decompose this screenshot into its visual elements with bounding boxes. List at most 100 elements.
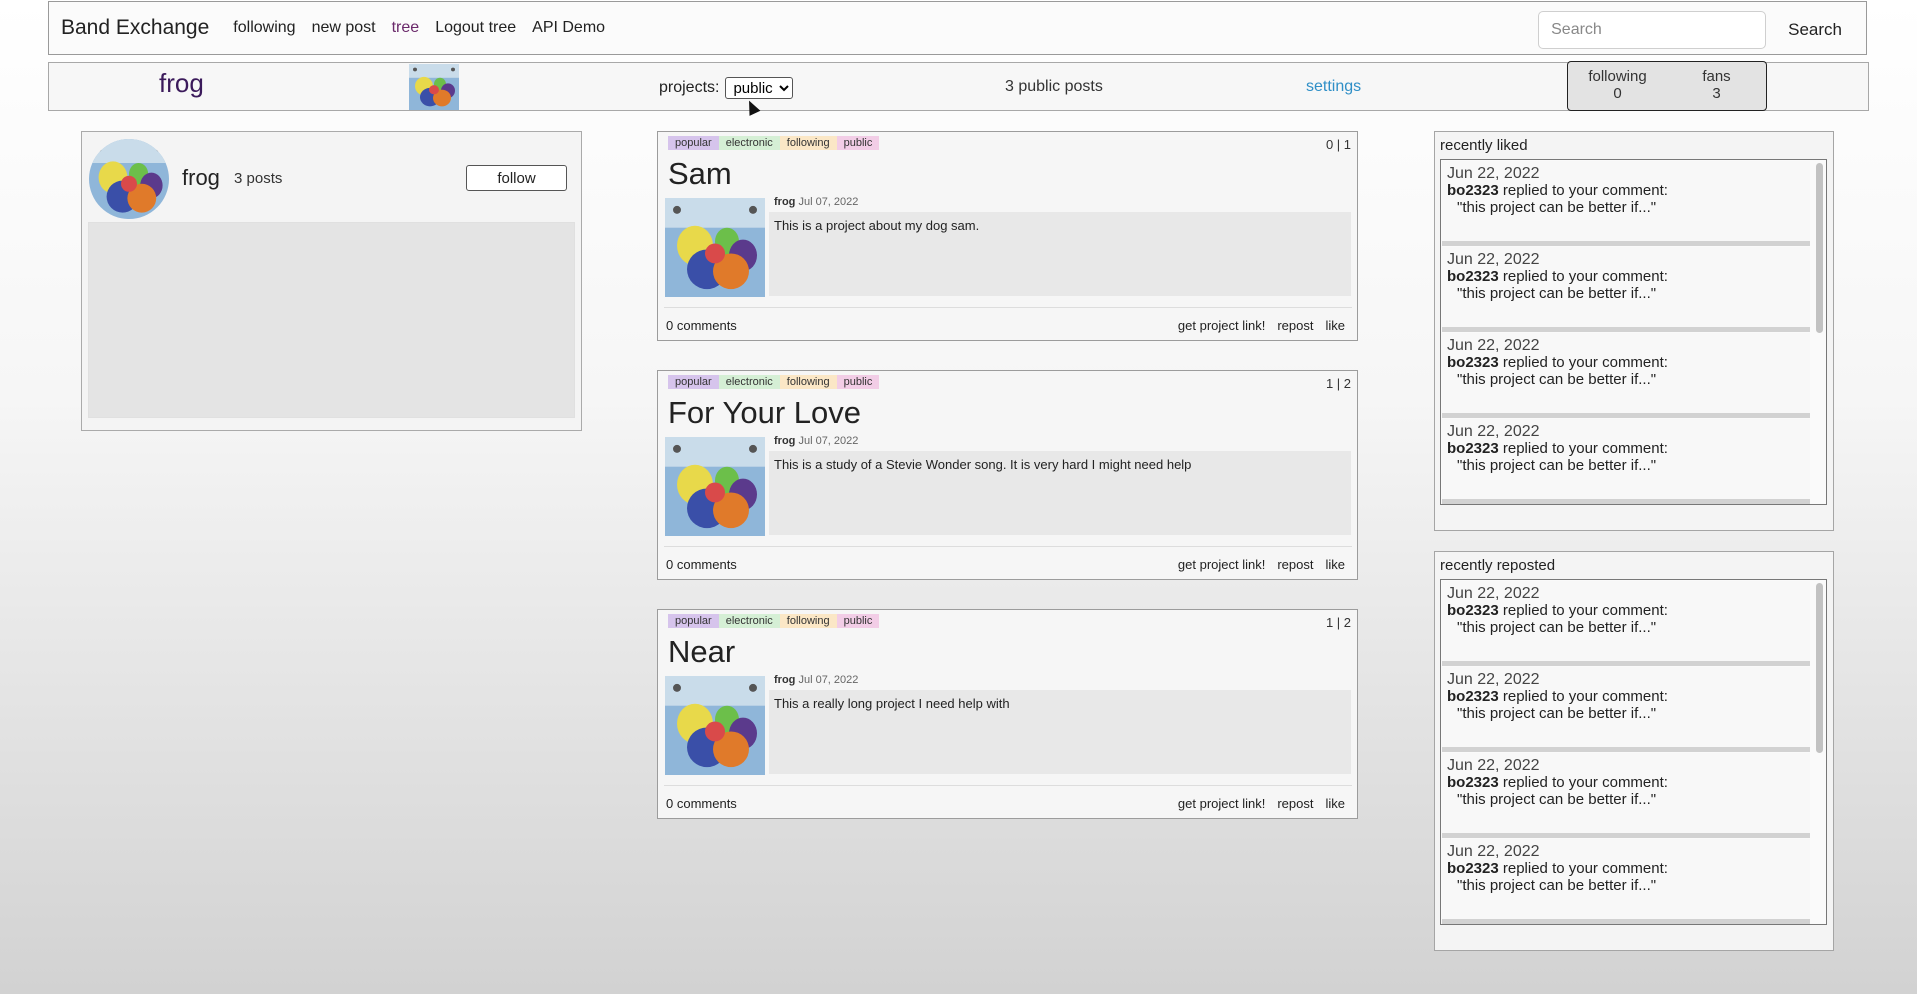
post-meta: frog Jul 07, 2022 [774, 435, 858, 447]
item-user[interactable]: bo2323 [1447, 182, 1499, 199]
list-item[interactable]: Jun 22, 2022 bo2323 replied to your comm… [1442, 839, 1810, 924]
post-date: Jul 07, 2022 [798, 196, 859, 208]
post-body: This is a project about my dog sam. [769, 212, 1351, 296]
item-user[interactable]: bo2323 [1447, 268, 1499, 285]
recently-reposted-title: recently reposted [1440, 557, 1556, 574]
following-stat[interactable]: following 0 [1568, 62, 1667, 110]
item-user[interactable]: bo2323 [1447, 860, 1499, 877]
following-count: 0 [1613, 85, 1622, 102]
item-user[interactable]: bo2323 [1447, 774, 1499, 791]
recently-liked-list[interactable]: Jun 22, 2022 bo2323 replied to your comm… [1440, 159, 1827, 505]
follow-button[interactable]: follow [466, 165, 567, 191]
post-title[interactable]: Near [668, 634, 735, 670]
recently-reposted-list[interactable]: Jun 22, 2022 bo2323 replied to your comm… [1440, 579, 1827, 925]
tag-public[interactable]: public [836, 136, 880, 150]
post-thumbnail[interactable] [665, 198, 765, 297]
brand-logo[interactable]: Band Exchange [61, 16, 209, 40]
item-text: replied to your comment: [1502, 774, 1668, 791]
projects-select[interactable]: public [725, 77, 794, 99]
tag-popular[interactable]: popular [668, 136, 719, 150]
item-user[interactable]: bo2323 [1447, 440, 1499, 457]
scrollbar-thumb[interactable] [1816, 163, 1823, 333]
projects-label: projects: [659, 79, 720, 96]
like-button[interactable]: like [1325, 318, 1345, 333]
item-text: replied to your comment: [1502, 268, 1668, 285]
tag-electronic[interactable]: electronic [718, 614, 780, 628]
post-title[interactable]: For Your Love [668, 395, 861, 431]
list-item[interactable]: Jun 22, 2022 bo2323 replied to your comm… [1442, 667, 1810, 752]
post-comments-link[interactable]: 0 comments [666, 318, 737, 333]
post-title[interactable]: Sam [668, 156, 732, 192]
fans-stat[interactable]: fans 3 [1667, 62, 1766, 110]
post-divider [664, 546, 1352, 547]
nav-tree[interactable]: tree [392, 19, 420, 37]
post-comments-link[interactable]: 0 comments [666, 796, 737, 811]
post-author[interactable]: frog [774, 435, 795, 447]
post-body: This is a study of a Stevie Wonder song.… [769, 451, 1351, 535]
post-meta: frog Jul 07, 2022 [774, 674, 858, 686]
tag-public[interactable]: public [836, 614, 880, 628]
item-quote: "this project can be better if..." [1457, 199, 1657, 216]
post-votes: 1 | 2 [1325, 376, 1351, 391]
tag-electronic[interactable]: electronic [718, 136, 780, 150]
settings-link[interactable]: settings [1306, 78, 1361, 96]
list-item[interactable]: Jun 22, 2022 bo2323 replied to your comm… [1442, 753, 1810, 838]
tag-electronic[interactable]: electronic [718, 375, 780, 389]
list-item[interactable]: Jun 22, 2022 bo2323 replied to your comm… [1442, 161, 1810, 246]
like-button[interactable]: like [1325, 557, 1345, 572]
get-project-link-button[interactable]: get project link! [1178, 318, 1265, 333]
nav-logout[interactable]: Logout tree [435, 19, 516, 37]
get-project-link-button[interactable]: get project link! [1178, 796, 1265, 811]
list-item[interactable]: Jun 22, 2022 bo2323 replied to your comm… [1442, 333, 1810, 418]
profile-post-count: 3 posts [234, 170, 283, 187]
following-label: following [1588, 68, 1647, 85]
top-navbar: Band Exchange following new post tree Lo… [48, 1, 1867, 55]
tag-following[interactable]: following [779, 614, 837, 628]
profile-bar: frog projects: public 3 public posts set… [48, 61, 1869, 111]
scrollbar-thumb[interactable] [1816, 583, 1823, 753]
repost-button[interactable]: repost [1277, 796, 1313, 811]
item-user[interactable]: bo2323 [1447, 688, 1499, 705]
recently-liked-title: recently liked [1440, 137, 1528, 154]
item-text: replied to your comment: [1502, 354, 1668, 371]
get-project-link-button[interactable]: get project link! [1178, 557, 1265, 572]
tag-following[interactable]: following [779, 136, 837, 150]
post-body: This a really long project I need help w… [769, 690, 1351, 774]
like-button[interactable]: like [1325, 796, 1345, 811]
profile-bar-name: frog [159, 68, 204, 98]
fans-label: fans [1702, 68, 1731, 85]
post-author[interactable]: frog [774, 196, 795, 208]
post-votes: 0 | 1 [1325, 137, 1351, 152]
item-user[interactable]: bo2323 [1447, 602, 1499, 619]
item-date: Jun 22, 2022 [1447, 251, 1540, 268]
repost-button[interactable]: repost [1277, 557, 1313, 572]
search-input[interactable] [1538, 11, 1767, 49]
tag-following[interactable]: following [779, 375, 837, 389]
post-tags: popular electronic following public [668, 375, 880, 389]
item-date: Jun 22, 2022 [1447, 671, 1540, 688]
item-quote: "this project can be better if..." [1457, 285, 1657, 302]
fans-count: 3 [1712, 85, 1721, 102]
tag-popular[interactable]: popular [668, 614, 719, 628]
post-thumbnail[interactable] [665, 437, 765, 536]
nav-api-demo[interactable]: API Demo [532, 19, 605, 37]
list-item[interactable]: Jun 22, 2022 bo2323 replied to your comm… [1442, 581, 1810, 666]
item-user[interactable]: bo2323 [1447, 354, 1499, 371]
post-card: popular electronic following public 1 | … [657, 609, 1358, 819]
list-item[interactable]: Jun 22, 2022 bo2323 replied to your comm… [1442, 419, 1810, 504]
profile-name: frog [182, 165, 220, 190]
list-item[interactable]: Jun 22, 2022 bo2323 replied to your comm… [1442, 247, 1810, 332]
avatar [89, 139, 169, 219]
post-author[interactable]: frog [774, 674, 795, 686]
profile-bio-box [88, 222, 575, 418]
post-thumbnail[interactable] [665, 676, 765, 775]
nav-new-post[interactable]: new post [312, 19, 376, 37]
repost-button[interactable]: repost [1277, 318, 1313, 333]
nav-following[interactable]: following [233, 19, 295, 37]
item-date: Jun 22, 2022 [1447, 423, 1540, 440]
search-button[interactable]: Search [1788, 20, 1842, 40]
tag-public[interactable]: public [836, 375, 880, 389]
post-actions: get project link! repost like [1166, 318, 1345, 333]
post-comments-link[interactable]: 0 comments [666, 557, 737, 572]
tag-popular[interactable]: popular [668, 375, 719, 389]
